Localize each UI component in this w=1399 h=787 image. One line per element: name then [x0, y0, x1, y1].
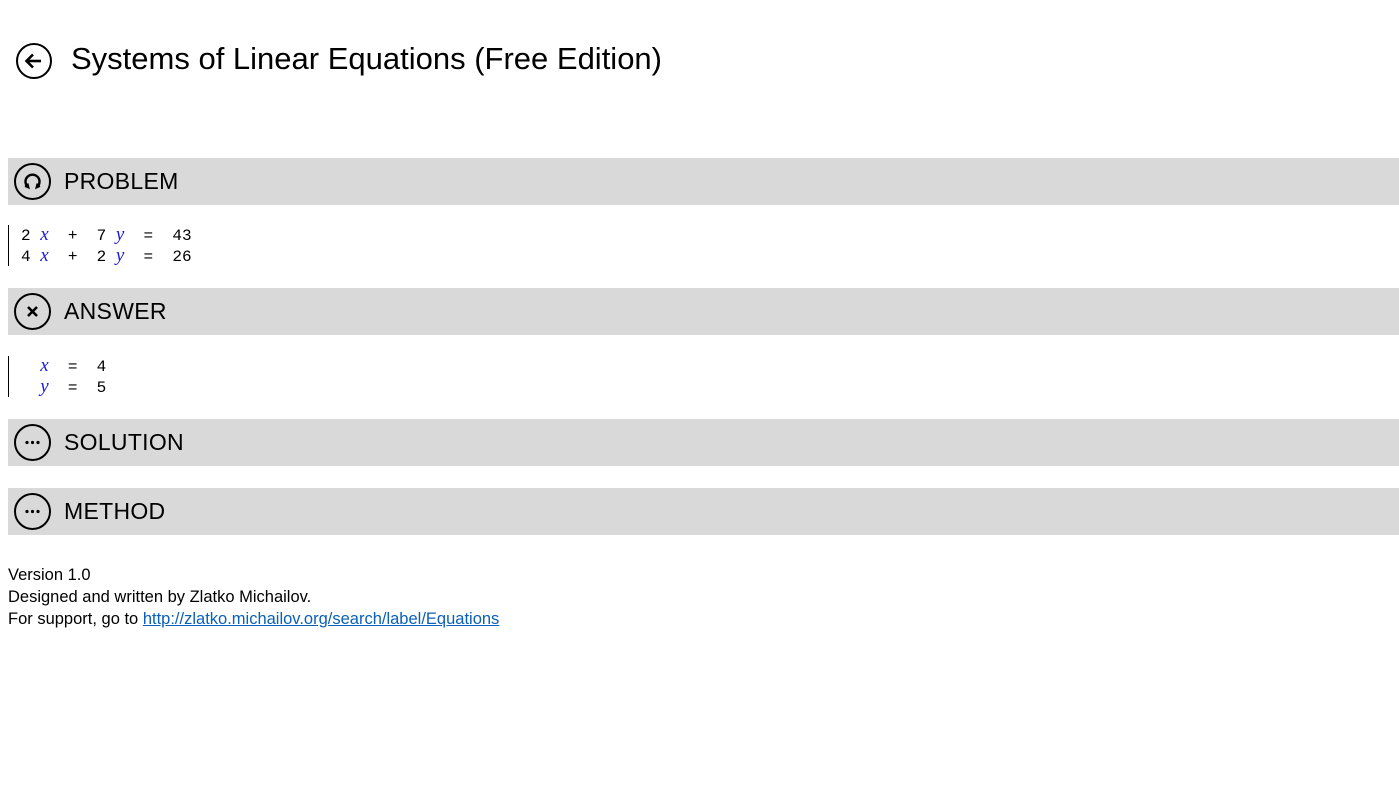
credit-text: Designed and written by Zlatko Michailov…: [8, 588, 312, 606]
refresh-icon: [14, 163, 51, 200]
section-solution[interactable]: SOLUTION: [8, 419, 1399, 466]
section-answer-label: ANSWER: [64, 298, 167, 324]
section-method-label: METHOD: [64, 498, 166, 524]
arrow-left-icon: [24, 53, 41, 69]
equals-sign: =: [67, 378, 78, 397]
value: 5: [96, 378, 107, 397]
equation-row: 2 x + 7 y = 43: [21, 224, 192, 246]
section-answer[interactable]: ANSWER: [8, 288, 1399, 335]
variable: x: [40, 244, 49, 266]
answer-row: y = 5: [21, 375, 107, 398]
equals-sign: =: [67, 358, 78, 376]
constant: 43: [172, 227, 192, 245]
more-icon: [14, 493, 51, 530]
operator: +: [67, 247, 78, 266]
close-icon: [14, 293, 51, 330]
operator: +: [67, 227, 78, 245]
equation-row: 4 x + 2 y = 26: [21, 244, 192, 267]
problem-equations: 2 x + 7 y = 43 4 x + 2 y = 26: [8, 224, 192, 267]
variable: x: [40, 355, 49, 376]
section-problem-label: PROBLEM: [64, 168, 179, 194]
variable: x: [40, 224, 49, 245]
constant: 26: [172, 247, 192, 266]
coefficient: 2: [21, 227, 31, 245]
coefficient: 7: [96, 227, 107, 245]
variable: y: [115, 224, 125, 245]
value: 4: [96, 358, 107, 376]
page-title: Systems of Linear Equations (Free Editio…: [71, 41, 662, 76]
section-method[interactable]: METHOD: [8, 488, 1399, 535]
section-solution-label: SOLUTION: [64, 429, 184, 455]
coefficient: 2: [96, 247, 107, 266]
version-text: Version 1.0: [8, 566, 91, 584]
more-icon: [14, 424, 51, 461]
answer-values: x = 4 y = 5: [8, 355, 107, 398]
answer-row: x = 4: [21, 355, 107, 377]
equals-sign: =: [143, 247, 154, 266]
support-prefix: For support, go to: [8, 610, 143, 628]
equals-sign: =: [143, 227, 154, 245]
section-problem[interactable]: PROBLEM: [8, 158, 1399, 205]
footer: Version 1.0 Designed and written by Zlat…: [8, 564, 499, 630]
support-line: For support, go to http://zlatko.michail…: [8, 608, 499, 630]
app-page: Systems of Linear Equations (Free Editio…: [0, 0, 1399, 787]
coefficient: 4: [21, 247, 31, 266]
back-button[interactable]: [16, 43, 52, 79]
variable: y: [40, 375, 49, 397]
variable: y: [115, 244, 125, 266]
support-link[interactable]: http://zlatko.michailov.org/search/label…: [143, 610, 499, 628]
